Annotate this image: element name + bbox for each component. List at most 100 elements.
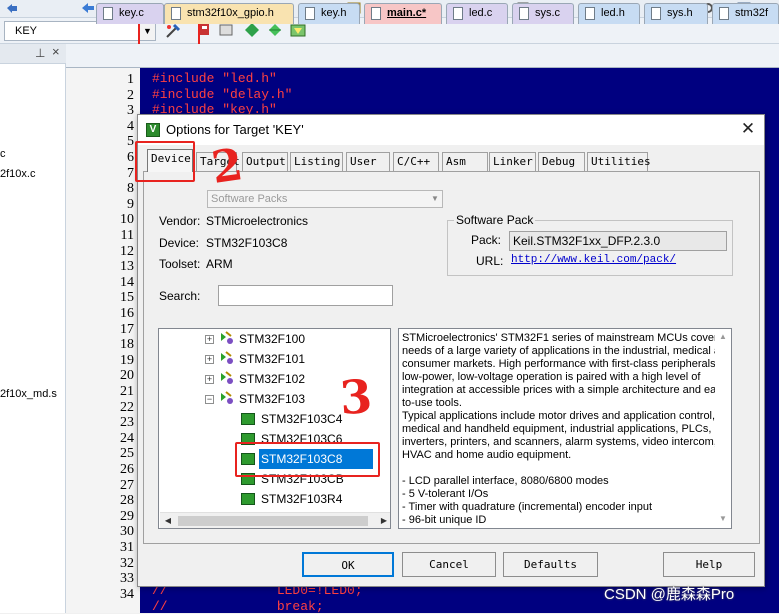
line-number: 13: [120, 259, 134, 275]
tab-key-h[interactable]: key.h: [298, 3, 360, 24]
toolset-label: Toolset:: [159, 257, 201, 271]
tab-main-c[interactable]: main.c*: [364, 3, 442, 24]
tree-item-label: STM32F100: [239, 332, 306, 346]
ok-button[interactable]: OK: [302, 552, 394, 577]
tab-label: led.c: [469, 7, 493, 19]
tab-asm[interactable]: Asm: [442, 152, 488, 171]
tab-linker[interactable]: Linker: [489, 152, 536, 171]
pack-installer-icon[interactable]: [244, 22, 260, 38]
file-icon: [453, 7, 463, 20]
watermark: CSDN @鹿森森Pro: [604, 586, 735, 603]
scroll-left-icon[interactable]: ◀: [160, 513, 176, 528]
software-packs-value: Software Packs: [211, 193, 288, 205]
tab-label: key.h: [321, 7, 347, 19]
run-time-environment-icon[interactable]: [290, 22, 306, 38]
line-number: 27: [120, 477, 134, 493]
pack-label: Pack:: [471, 233, 502, 247]
line-number: 12: [120, 243, 134, 259]
expand-icon[interactable]: +: [205, 335, 214, 344]
tree-horizontal-scrollbar[interactable]: ◀ ▶: [160, 512, 390, 528]
tab-led-h[interactable]: led.h: [578, 3, 640, 24]
line-number: 23: [120, 415, 134, 431]
scroll-right-icon[interactable]: ▶: [376, 513, 390, 528]
tab-sys-h[interactable]: sys.h: [644, 3, 708, 24]
tab-c-cpp[interactable]: C/C++: [393, 152, 439, 171]
scroll-up-icon[interactable]: ▲: [715, 329, 731, 345]
code-line: // break;: [152, 598, 324, 614]
tab-led-c[interactable]: led.c: [446, 3, 508, 24]
select-packs-icon[interactable]: [267, 22, 283, 38]
project-item[interactable]: c: [0, 148, 6, 160]
line-number: 26: [120, 462, 134, 477]
line-number: 34: [120, 586, 134, 602]
project-item[interactable]: 2f10x_md.s: [0, 388, 57, 400]
back-icon[interactable]: [80, 1, 96, 15]
file-icon: [171, 7, 181, 20]
close-icon[interactable]: ×: [52, 44, 60, 59]
device-description: STMicroelectronics' STM32F1 series of ma…: [398, 328, 732, 529]
tab-stm32f10x-gpio-h[interactable]: stm32f10x_gpio.h: [164, 3, 294, 24]
tree-item-label: STM32F103: [239, 392, 306, 406]
line-number: 24: [120, 430, 134, 446]
line-number: 17: [120, 321, 134, 337]
description-line: - Timer with quadrature (incremental) en…: [402, 501, 653, 513]
collapse-icon[interactable]: −: [205, 395, 214, 404]
tab-debug[interactable]: Debug: [538, 152, 585, 171]
description-scrollbar[interactable]: ▲ ▼: [715, 329, 731, 528]
undo-icon[interactable]: [4, 1, 20, 15]
description-line: consumer markets. High performance with …: [402, 358, 732, 370]
file-icon: [371, 7, 381, 20]
file-icon: [651, 7, 661, 20]
file-icon: [305, 7, 315, 20]
expand-icon[interactable]: +: [205, 375, 214, 384]
pin-icon[interactable]: ⊥: [35, 46, 45, 60]
vendor-label: Vendor:: [159, 214, 201, 228]
description-line: to-use tools.: [402, 397, 462, 409]
help-button[interactable]: Help: [663, 552, 755, 577]
line-number: 7: [127, 165, 134, 181]
tab-utilities[interactable]: Utilities: [587, 152, 651, 171]
target-select[interactable]: KEY ▼: [4, 21, 156, 41]
defaults-button[interactable]: Defaults: [503, 552, 598, 577]
chevron-down-icon[interactable]: ▼: [428, 191, 442, 207]
tab-label: sys.h: [667, 7, 693, 19]
device-tree[interactable]: + STM32F100 + STM32F101 + STM32F102 − ST…: [158, 328, 391, 529]
tree-item-label: STM32F101: [239, 352, 306, 366]
step-2-annotation: 2: [208, 139, 246, 194]
tab-sys-c[interactable]: sys.c: [512, 3, 574, 24]
cancel-button[interactable]: Cancel: [402, 552, 496, 577]
tab-user[interactable]: User: [346, 152, 390, 171]
line-number: 6: [127, 150, 134, 165]
chip-icon: [241, 493, 255, 505]
tab-device[interactable]: Device: [147, 149, 193, 172]
search-input[interactable]: [218, 285, 393, 306]
tab-listing[interactable]: Listing: [290, 152, 343, 171]
device-family-icon: [219, 391, 235, 405]
batch-build-icon[interactable]: [218, 22, 234, 38]
close-icon[interactable]: ✕: [738, 119, 758, 139]
device-label: Device:: [159, 236, 200, 250]
line-number: 4: [127, 118, 134, 134]
description-line: HVAC and home audio equipment.: [402, 449, 572, 461]
project-item[interactable]: 2f10x.c: [0, 168, 35, 180]
scroll-thumb[interactable]: [178, 516, 368, 526]
file-icon: [519, 7, 529, 20]
line-number: 22: [120, 399, 134, 415]
code-line: #include "led.h": [152, 71, 277, 86]
line-number: 2: [127, 87, 134, 103]
scroll-down-icon[interactable]: ▼: [715, 511, 731, 527]
tab-label: sys.c: [535, 7, 561, 19]
editor-tab-bar: [66, 44, 779, 68]
pack-url-link[interactable]: http://www.keil.com/pack/: [511, 254, 676, 266]
expand-icon[interactable]: +: [205, 355, 214, 364]
project-pane-header: ⊥ ×: [0, 44, 66, 64]
tab-output[interactable]: Output: [242, 152, 288, 171]
line-number: 11: [120, 228, 134, 243]
device-family-icon: [219, 331, 235, 345]
tab-key-c[interactable]: key.c: [96, 3, 164, 24]
description-line: Typical applications include motor drive…: [402, 410, 716, 422]
software-packs-select[interactable]: Software Packs ▼: [207, 190, 443, 208]
tab-stm32f[interactable]: stm32f: [712, 3, 779, 24]
target-select-value: KEY: [15, 25, 38, 37]
line-number: 16: [120, 306, 134, 321]
